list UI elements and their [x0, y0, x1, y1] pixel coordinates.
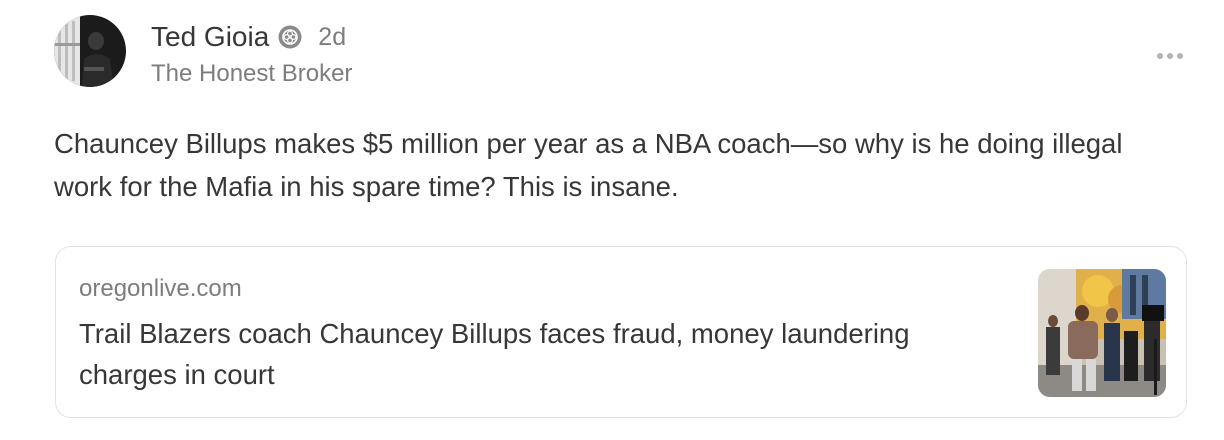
note-body-text: Chauncey Billups makes $5 million per ye… [54, 128, 1123, 202]
verified-badge-icon [278, 25, 302, 49]
publication-name[interactable]: The Honest Broker [151, 60, 352, 88]
link-thumbnail-image [1038, 269, 1166, 397]
link-preview-card[interactable]: oregonlive.com Trail Blazers coach Chaun… [55, 246, 1187, 418]
post-timestamp[interactable]: 2d [318, 23, 346, 52]
author-name-row: Ted Gioia 2d [151, 18, 352, 56]
link-title: Trail Blazers coach Chauncey Billups fac… [79, 318, 910, 390]
author-avatar[interactable] [54, 15, 126, 87]
more-options-icon[interactable] [1154, 46, 1186, 66]
note-post: Ted Gioia 2d The Honest Broker Chauncey … [0, 0, 1224, 440]
author-name[interactable]: Ted Gioia [151, 21, 269, 53]
author-block: Ted Gioia 2d The Honest Broker [151, 18, 352, 88]
link-domain: oregonlive.com [79, 275, 242, 302]
